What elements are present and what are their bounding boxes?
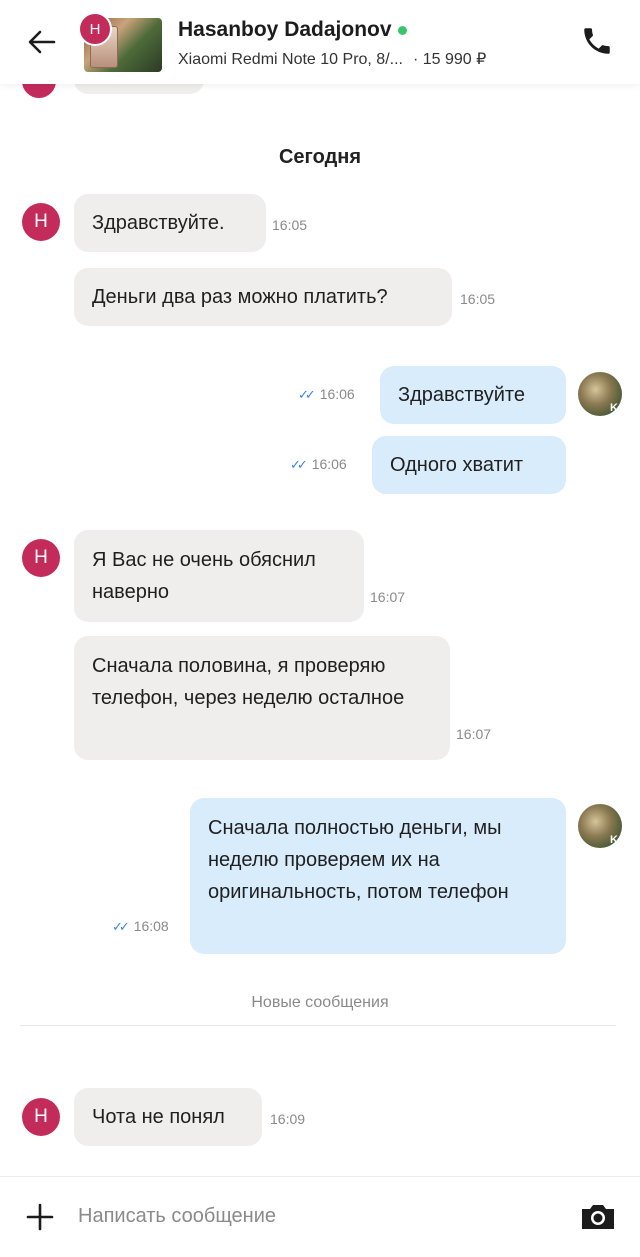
- message-bubble[interactable]: Здравствуйте.: [74, 194, 266, 252]
- my-avatar[interactable]: K: [578, 804, 622, 848]
- my-avatar-letter: K: [610, 402, 618, 414]
- message-text: Сначала полностью деньги, мы неделю пров…: [208, 817, 509, 903]
- sender-avatar[interactable]: H: [22, 203, 60, 241]
- message-input[interactable]: Написать сообщение: [78, 1205, 276, 1228]
- message-bubble[interactable]: Одного хватит: [372, 436, 566, 494]
- message-bubble[interactable]: Деньги два раз можно платить?: [74, 268, 452, 326]
- new-messages-label: Новые сообщения: [251, 994, 389, 1011]
- back-button[interactable]: [24, 24, 60, 60]
- message-composer: Написать сообщение: [0, 1176, 640, 1257]
- read-check-icon: ✓✓: [298, 387, 316, 402]
- date-separator: Сегодня: [278, 146, 362, 168]
- sender-avatar[interactable]: H: [22, 1098, 60, 1136]
- message-time: 16:05: [272, 217, 308, 233]
- message-time: 16:09: [270, 1111, 306, 1127]
- message-time: 16:07: [456, 726, 492, 742]
- message-time: ✓✓ 16:08: [112, 918, 169, 935]
- my-avatar[interactable]: K: [578, 372, 622, 416]
- attach-button[interactable]: [24, 1201, 56, 1233]
- message-text: Сначала половина, я проверяю телефон, че…: [92, 655, 405, 709]
- listing-title: Xiaomi Redmi Note 10 Pro, 8/...: [178, 51, 403, 68]
- chat-header: H Hasanboy Dadajonov Xiaomi Redmi Note 1…: [0, 0, 640, 84]
- message-time: ✓✓ 16:06: [290, 456, 347, 473]
- message-list[interactable]: Сегодня H Здравствуйте. 16:05 Деньги два…: [0, 64, 640, 1176]
- message-time: ✓✓ 16:06: [298, 386, 355, 403]
- message-bubble[interactable]: Сначала полностью деньги, мы неделю пров…: [190, 798, 566, 954]
- camera-icon: [582, 1205, 614, 1229]
- new-messages-divider: [20, 1025, 616, 1026]
- arrow-left-icon: [28, 30, 56, 54]
- message-bubble[interactable]: Здравствуйте: [380, 366, 566, 424]
- contact-avatar[interactable]: H: [78, 12, 112, 46]
- message-text: Деньги два раз можно платить?: [92, 286, 388, 308]
- message-bubble[interactable]: Сначала половина, я проверяю телефон, че…: [74, 636, 450, 760]
- read-check-icon: ✓✓: [290, 457, 308, 472]
- time-text: 16:06: [311, 456, 347, 472]
- message-time: 16:07: [370, 589, 406, 605]
- message-text: Здравствуйте.: [92, 212, 225, 234]
- plus-icon: [26, 1203, 54, 1231]
- time-text: 16:06: [319, 386, 355, 402]
- message-text: Чота не понял: [92, 1106, 225, 1128]
- time-text: 16:08: [133, 918, 169, 934]
- message-text: Я Вас не очень обяснил наверно: [92, 549, 316, 603]
- online-status-icon: [397, 25, 407, 35]
- listing-price: · 15 990 ₽: [412, 51, 487, 68]
- call-button[interactable]: [580, 24, 614, 58]
- contact-name-text: Hasanboy Dadajonov: [178, 18, 392, 41]
- my-avatar-letter: K: [610, 834, 618, 846]
- contact-name[interactable]: Hasanboy Dadajonov: [178, 18, 407, 42]
- sender-avatar[interactable]: H: [22, 539, 60, 577]
- listing-info[interactable]: Xiaomi Redmi Note 10 Pro, 8/... · 15 990 …: [178, 49, 486, 69]
- message-text: Здравствуйте: [398, 384, 525, 406]
- message-bubble[interactable]: Я Вас не очень обяснил наверно: [74, 530, 364, 622]
- message-text: Одного хватит: [390, 454, 524, 476]
- message-bubble[interactable]: Чота не понял: [74, 1088, 262, 1146]
- message-time: 16:05: [460, 291, 496, 307]
- phone-icon: [584, 28, 610, 54]
- camera-button[interactable]: [578, 1199, 618, 1235]
- read-check-icon: ✓✓: [112, 919, 130, 934]
